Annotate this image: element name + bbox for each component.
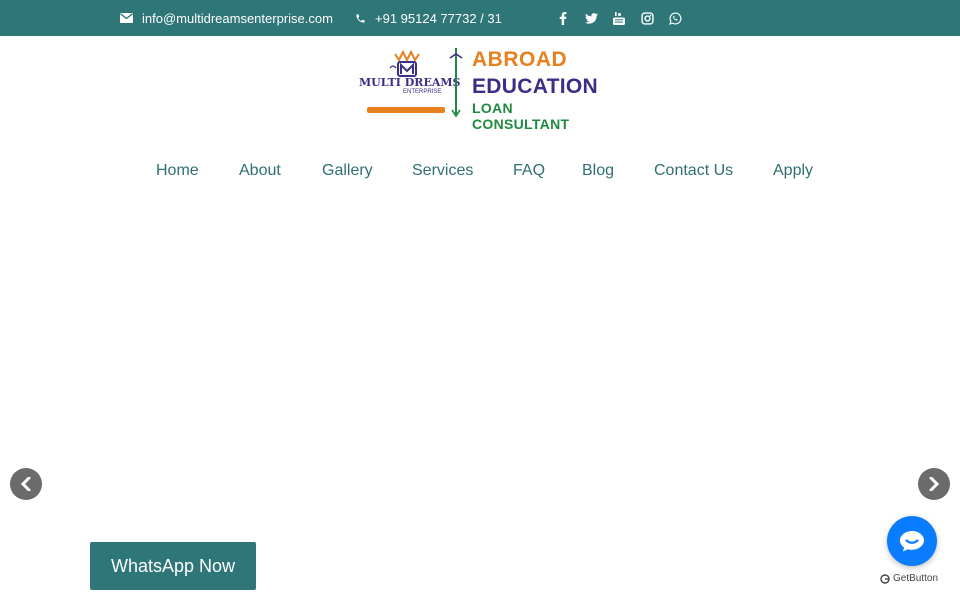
- slider-next-button[interactable]: [918, 468, 950, 500]
- twitter-icon[interactable]: [584, 11, 598, 25]
- nav-item-home[interactable]: Home: [156, 162, 199, 180]
- phone-icon: [356, 13, 365, 23]
- envelope-icon: [120, 13, 133, 23]
- facebook-icon[interactable]: [556, 11, 570, 25]
- youtube-icon[interactable]: [612, 11, 626, 25]
- nav-item-services[interactable]: Services: [412, 162, 473, 180]
- logo-line-education: EDUCATION: [472, 75, 598, 98]
- logo-line-loan: LOAN CONSULTANT: [472, 100, 570, 132]
- logo-tagline-strip: [367, 107, 445, 113]
- logo-brand: MULTI DREAMS: [359, 76, 461, 89]
- chevron-left-icon: [20, 477, 31, 491]
- top-bar: info@multidreamsenterprise.com +91 95124…: [0, 0, 960, 36]
- phone-text: +91 95124 77732 / 31: [375, 10, 502, 26]
- social-links: [556, 0, 696, 36]
- main-nav: Home About Gallery Services FAQ Blog Con…: [0, 162, 960, 182]
- logo-brand-sub: ENTERPRISE: [403, 89, 442, 95]
- logo-line-abroad: ABROAD: [472, 48, 568, 71]
- chat-widget-button[interactable]: [887, 516, 937, 566]
- chevron-right-icon: [929, 477, 940, 491]
- getbutton-logo-icon: [880, 573, 890, 584]
- slider-prev-button[interactable]: [10, 468, 42, 500]
- nav-item-about[interactable]: About: [239, 162, 281, 180]
- nav-item-gallery[interactable]: Gallery: [322, 162, 373, 180]
- top-bar-email[interactable]: info@multidreamsenterprise.com: [120, 0, 333, 36]
- getbutton-brand[interactable]: GetButton: [880, 573, 938, 584]
- getbutton-label: GetButton: [893, 573, 939, 584]
- nav-item-apply[interactable]: Apply: [773, 162, 813, 180]
- divider-plane-icon: [449, 48, 463, 118]
- top-bar-phone[interactable]: +91 95124 77732 / 31: [355, 0, 502, 36]
- nav-item-faq[interactable]: FAQ: [513, 162, 545, 180]
- chat-bubble-icon: [900, 531, 924, 552]
- site-logo[interactable]: MULTI DREAMS ENTERPRISE ABROAD EDUCATION…: [355, 46, 605, 132]
- instagram-icon[interactable]: [640, 11, 654, 25]
- email-text: info@multidreamsenterprise.com: [142, 10, 333, 26]
- whatsapp-now-button[interactable]: WhatsApp Now: [90, 542, 256, 590]
- nav-item-blog[interactable]: Blog: [582, 162, 614, 180]
- nav-item-contact-us[interactable]: Contact Us: [654, 162, 733, 180]
- whatsapp-icon[interactable]: [668, 11, 682, 25]
